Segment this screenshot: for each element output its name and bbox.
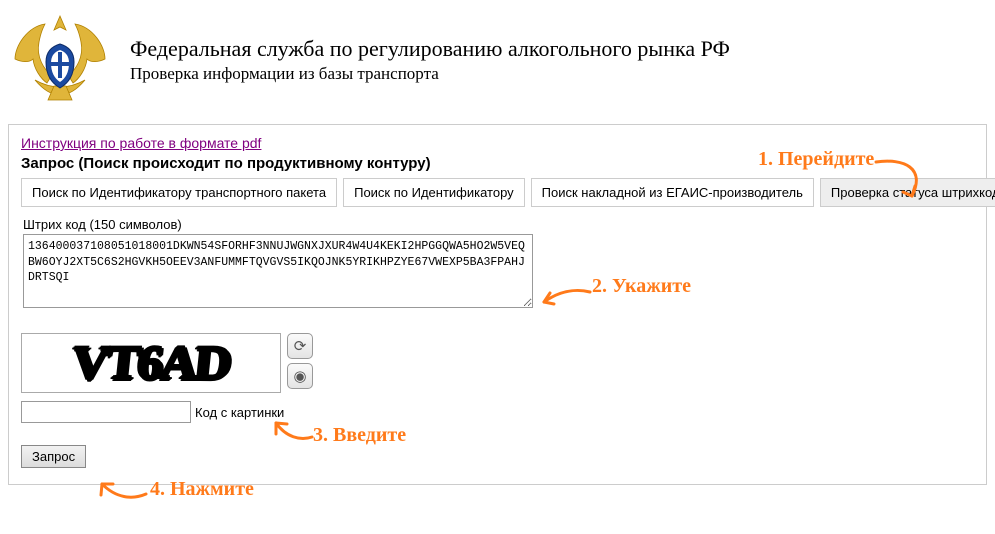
- submit-button[interactable]: Запрос: [21, 445, 86, 468]
- main-panel: Инструкция по работе в формате pdf Запро…: [8, 124, 987, 485]
- tab-search-by-transport-id[interactable]: Поиск по Идентификатору транспортного па…: [21, 178, 337, 207]
- barcode-input[interactable]: [23, 234, 533, 308]
- page-title: Федеральная служба по регулированию алко…: [130, 36, 730, 62]
- barcode-label: Штрих код (150 символов): [23, 217, 974, 232]
- page-subtitle: Проверка информации из базы транспорта: [130, 64, 730, 84]
- captcha-refresh-button[interactable]: ⟳: [287, 333, 313, 359]
- query-title: Запрос (Поиск происходит по продуктивном…: [21, 155, 974, 172]
- captcha-text: VT6AD: [70, 336, 232, 391]
- instruction-link[interactable]: Инструкция по работе в формате pdf: [21, 135, 261, 151]
- emblem-icon: [10, 10, 110, 110]
- audio-icon: ◉: [293, 367, 306, 385]
- refresh-icon: ⟳: [294, 337, 307, 355]
- captcha-label: Код с картинки: [195, 405, 284, 420]
- captcha-input[interactable]: [21, 401, 191, 423]
- tab-check-barcode-status[interactable]: Проверка статуса штрихкода: [820, 178, 995, 207]
- tab-search-invoice-egais[interactable]: Поиск накладной из ЕГАИС-производитель: [531, 178, 814, 207]
- captcha-audio-button[interactable]: ◉: [287, 363, 313, 389]
- captcha-image: VT6AD: [21, 333, 281, 393]
- tabs: Поиск по Идентификатору транспортного па…: [21, 178, 974, 207]
- tab-search-by-id[interactable]: Поиск по Идентификатору: [343, 178, 525, 207]
